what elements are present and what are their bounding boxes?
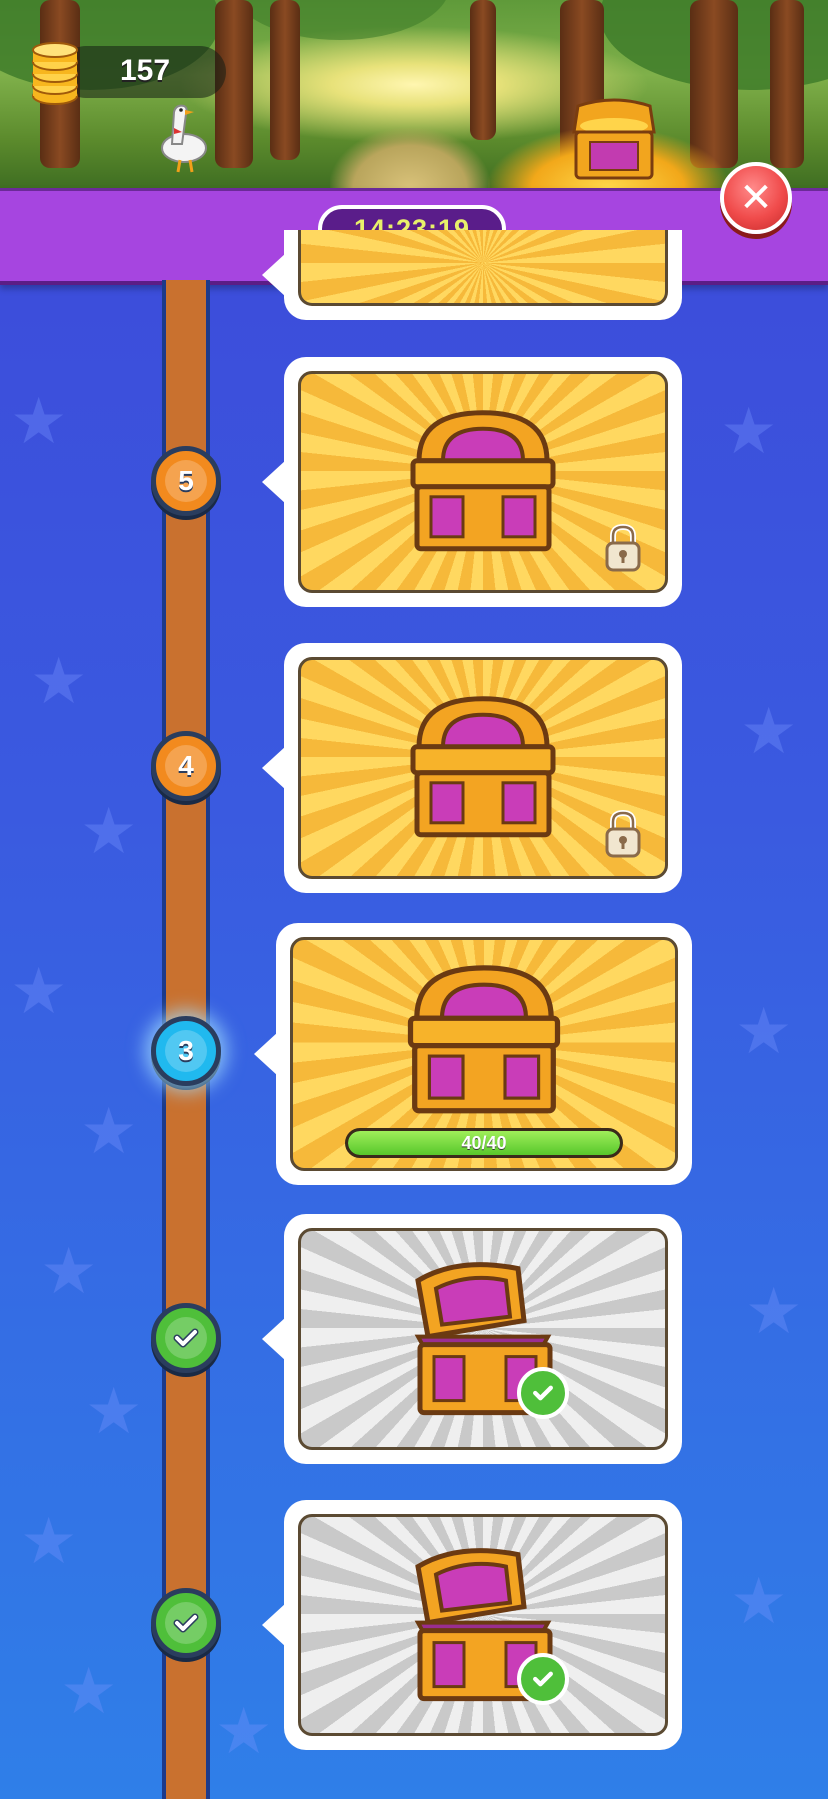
checkmark-badge (517, 1653, 569, 1705)
chest-progress-bar: 40/40 (345, 1128, 623, 1158)
closed-chest-image (410, 696, 556, 838)
closed-chest-image (407, 965, 561, 1114)
lock-icon (605, 810, 641, 858)
milestone-card-completed[interactable] (262, 1500, 682, 1750)
closed-chest-image (410, 410, 556, 552)
milestone-node-completed (151, 1303, 221, 1373)
checkmark-icon (533, 1385, 553, 1401)
milestone-card-4[interactable] (262, 643, 682, 893)
treasure-chest-decoration (572, 98, 656, 180)
checkmark-icon (533, 1671, 553, 1687)
milestone-card-completed[interactable] (262, 1214, 682, 1464)
progress-text: 40/40 (461, 1132, 507, 1153)
close-icon: ✕ (739, 175, 773, 221)
milestone-node-4: 4 (151, 731, 221, 801)
close-button[interactable]: ✕ (720, 162, 792, 234)
milestone-number: 4 (178, 750, 194, 781)
goose-character (161, 104, 207, 173)
milestone-number: 5 (178, 465, 194, 496)
checkmark-badge (517, 1367, 569, 1419)
coin-count: 157 (120, 54, 171, 87)
coin-stack-icon (32, 42, 78, 105)
lock-icon (605, 524, 641, 572)
checkmark-icon (173, 1613, 199, 1633)
milestone-card-partial (262, 230, 682, 320)
milestone-card-3[interactable]: 40/40 (254, 923, 692, 1185)
milestone-node-completed (151, 1588, 221, 1658)
checkmark-icon (173, 1328, 199, 1348)
milestone-number: 3 (178, 1035, 194, 1066)
milestone-node-3: 3 (151, 1016, 221, 1086)
milestone-node-5: 5 (151, 446, 221, 516)
milestone-card-5[interactable] (262, 357, 682, 607)
